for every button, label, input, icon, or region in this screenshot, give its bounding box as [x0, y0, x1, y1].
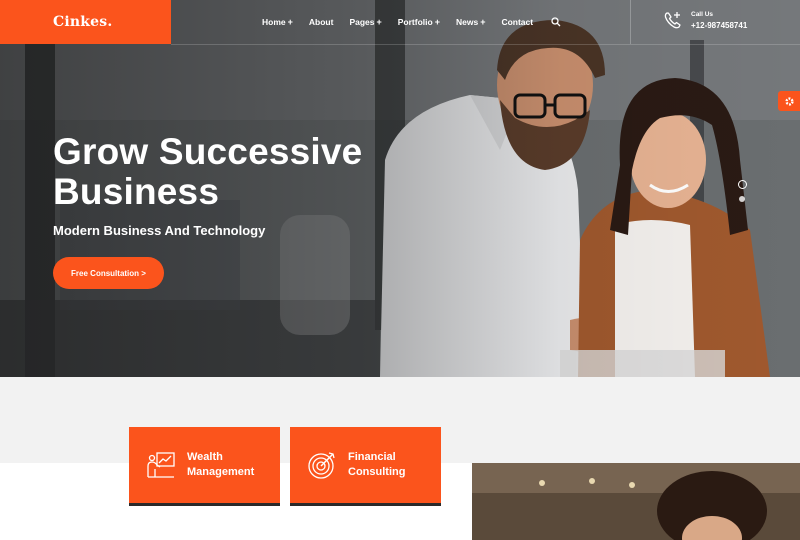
main-nav: Home + About Pages + Portfolio + News + Cont… — [262, 0, 561, 44]
hero-subtitle: Modern Business And Technology — [53, 223, 266, 238]
hero-title-line-1: Grow Successive — [53, 131, 363, 172]
service-label-line-1: Financial — [348, 451, 396, 463]
plus-icon: + — [480, 17, 486, 27]
call-us[interactable]: Call Us +12-987458741 — [663, 10, 747, 30]
call-label: Call Us — [691, 10, 714, 18]
call-number[interactable]: +12-987458741 — [691, 21, 747, 30]
phone-icon — [664, 12, 681, 29]
settings-toggle[interactable] — [778, 91, 800, 111]
call-text: Call Us +12-987458741 — [691, 11, 747, 30]
logo[interactable]: Cinkes. — [0, 0, 171, 44]
free-consultation-button[interactable]: Free Consultation > — [53, 257, 164, 289]
slider-dot-active[interactable] — [738, 180, 747, 189]
nav-label: Pages — [349, 17, 375, 27]
plus-icon: + — [376, 17, 382, 27]
plus-icon: + — [434, 17, 440, 27]
nav-item-about[interactable]: About — [309, 17, 334, 27]
search-icon[interactable] — [551, 17, 561, 27]
logo-text: Cinkes. — [53, 14, 113, 30]
nav-label: About — [308, 17, 334, 27]
nav-item-pages[interactable]: Pages + — [349, 17, 381, 27]
hero-title-line-2: Business — [53, 171, 220, 212]
target-icon — [308, 452, 335, 479]
nav-label: Portfolio — [397, 17, 433, 27]
service-card-financial-consulting[interactable]: Financial Consulting — [290, 427, 441, 506]
nav-label: Home — [262, 17, 286, 27]
presentation-icon — [147, 452, 175, 478]
nav-item-portfolio[interactable]: Portfolio + — [398, 17, 440, 27]
service-card-label: Financial Consulting — [348, 450, 438, 480]
header-separator — [630, 0, 631, 44]
gear-icon — [784, 96, 794, 106]
service-label-line-1: Wealth — [187, 451, 223, 463]
header-divider — [171, 44, 800, 45]
nav-item-news[interactable]: News + — [456, 17, 485, 27]
nav-label: News — [455, 17, 479, 27]
service-card-label: Wealth Management — [187, 450, 277, 480]
nav-item-contact[interactable]: Contact — [501, 17, 533, 27]
nav-label: Contact — [501, 17, 534, 27]
plus-icon: + — [287, 17, 293, 27]
hero-title: Grow Successive Business — [53, 132, 362, 212]
service-card-wealth-management[interactable]: Wealth Management — [129, 427, 280, 506]
nav-item-home[interactable]: Home + — [262, 17, 293, 27]
about-photo-image — [472, 463, 800, 540]
slider-dot[interactable] — [739, 196, 745, 202]
service-label-line-2: Management — [187, 466, 255, 478]
about-photo — [472, 463, 800, 540]
service-label-line-2: Consulting — [348, 466, 406, 478]
